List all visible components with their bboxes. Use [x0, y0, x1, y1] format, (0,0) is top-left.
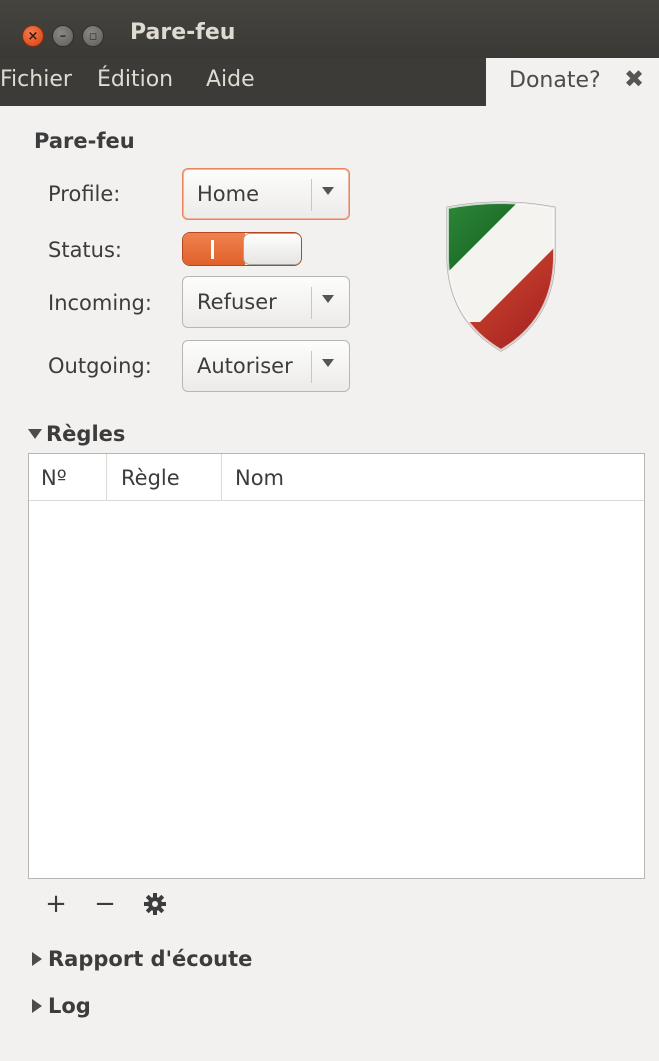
outgoing-combo[interactable]: Autoriser: [182, 340, 350, 392]
incoming-value: Refuser: [197, 290, 277, 314]
expander-closed-icon: [32, 952, 42, 966]
listening-report-expander[interactable]: Rapport d'écoute: [28, 947, 252, 971]
outgoing-value: Autoriser: [197, 354, 293, 378]
column-header-name[interactable]: Nom: [222, 454, 645, 501]
listening-report-title: Rapport d'écoute: [48, 947, 253, 971]
status-label: Status:: [48, 238, 122, 262]
table-header: Nº Règle Nom: [29, 454, 644, 501]
switch-on-indicator: [211, 240, 214, 259]
maximize-window-button[interactable]: ▫: [82, 25, 104, 47]
menu-fichier[interactable]: Fichier: [0, 67, 72, 92]
rules-title: Règles: [46, 422, 126, 446]
remove-rule-button[interactable]: −: [90, 889, 120, 919]
app-window: × – ▫ Pare-feu Fichier Édition Aide Dona…: [0, 0, 659, 1061]
column-header-number[interactable]: Nº: [29, 454, 107, 501]
gear-icon: [144, 893, 166, 915]
profile-value: Home: [197, 182, 260, 206]
incoming-combo[interactable]: Refuser: [182, 276, 350, 328]
add-rule-button[interactable]: +: [41, 889, 71, 919]
chevron-down-icon: [322, 295, 334, 303]
status-switch[interactable]: [182, 232, 302, 266]
outgoing-label: Outgoing:: [48, 354, 152, 378]
chevron-down-icon: [322, 187, 334, 195]
plus-icon: +: [45, 889, 67, 919]
rules-table[interactable]: Nº Règle Nom: [28, 453, 645, 879]
switch-knob[interactable]: [243, 233, 301, 265]
rules-expander[interactable]: Règles: [28, 422, 125, 446]
shield-logo-icon: [446, 201, 556, 352]
donate-banner: Donate? ✖: [486, 58, 659, 106]
minimize-icon: –: [59, 28, 67, 44]
log-title: Log: [48, 994, 91, 1018]
firewall-section-title: Pare-feu: [34, 129, 135, 153]
minus-icon: −: [94, 889, 116, 919]
title-bar: × – ▫ Pare-feu: [0, 0, 659, 58]
combo-separator: [311, 179, 312, 211]
close-icon: ×: [27, 28, 39, 44]
chevron-down-icon: [322, 359, 334, 367]
switch-on-track: [183, 233, 245, 265]
expander-closed-icon: [32, 999, 42, 1013]
window-title: Pare-feu: [130, 20, 236, 45]
profile-combo[interactable]: Home: [182, 168, 350, 220]
menu-aide[interactable]: Aide: [206, 67, 255, 92]
edit-rule-button[interactable]: [140, 889, 170, 919]
close-window-button[interactable]: ×: [22, 25, 44, 47]
combo-separator: [311, 351, 312, 383]
column-header-rule[interactable]: Règle: [107, 454, 222, 501]
donate-link[interactable]: Donate?: [509, 68, 601, 93]
menu-edition[interactable]: Édition: [97, 67, 173, 92]
log-expander[interactable]: Log: [28, 994, 91, 1018]
profile-label: Profile:: [48, 182, 121, 206]
maximize-icon: ▫: [88, 28, 98, 44]
expander-open-icon: [28, 429, 42, 439]
incoming-label: Incoming:: [48, 291, 152, 315]
minimize-window-button[interactable]: –: [52, 25, 74, 47]
donate-close-icon[interactable]: ✖: [624, 65, 644, 93]
combo-separator: [311, 287, 312, 319]
